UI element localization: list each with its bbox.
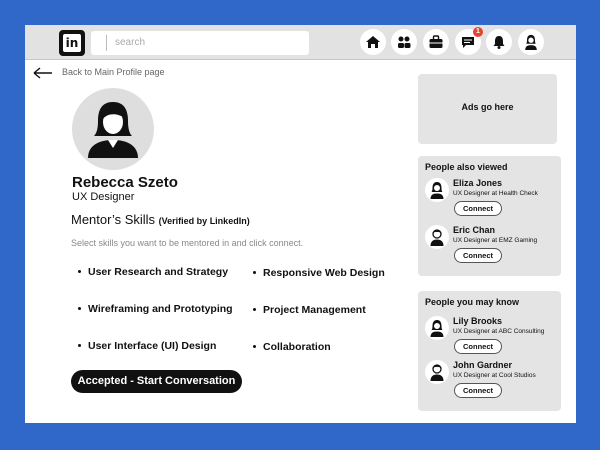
person-name[interactable]: Eric Chan xyxy=(453,225,495,235)
bullet-icon xyxy=(78,343,81,347)
panel-title: People you may know xyxy=(425,297,520,307)
skill-label: Project Management xyxy=(263,304,366,316)
skill-label: User Interface (UI) Design xyxy=(88,340,217,352)
ads-placeholder: Ads go here xyxy=(418,74,557,144)
jobs-icon[interactable] xyxy=(423,29,449,55)
person-role: UX Designer at ABC Consulting xyxy=(453,328,545,335)
connect-button[interactable]: Connect xyxy=(454,201,502,216)
skills-instruction: Select skills you want to be mentored in… xyxy=(71,238,304,248)
back-link-text: Back to Main Profile page xyxy=(62,67,165,77)
skill-item[interactable]: User Interface (UI) Design xyxy=(78,340,216,352)
start-conversation-button[interactable]: Accepted - Start Conversation xyxy=(71,370,242,393)
search-input[interactable]: search xyxy=(91,31,309,55)
back-arrow-icon xyxy=(33,67,52,79)
profile-name: Rebecca Szeto xyxy=(72,174,178,191)
messaging-icon[interactable]: 1 xyxy=(455,27,483,55)
skill-label: User Research and Strategy xyxy=(88,266,229,278)
linkedin-logo[interactable]: in xyxy=(59,30,85,56)
skill-label: Collaboration xyxy=(263,341,331,353)
profile-avatar-icon[interactable] xyxy=(518,29,544,55)
person-role: UX Designer at Cool Studios xyxy=(453,372,536,379)
people-you-may-know-panel: People you may know Lily Brooks UX Desig… xyxy=(418,291,561,411)
notification-badge: 1 xyxy=(473,27,483,37)
person-female-icon xyxy=(88,102,138,158)
app-window: in search 1 Back to Main Profile page Re… xyxy=(25,25,576,423)
skill-item[interactable]: User Research and Strategy xyxy=(78,266,228,278)
ads-text: Ads go here xyxy=(461,102,514,112)
skill-item[interactable]: Project Management xyxy=(253,304,366,316)
person-female-icon[interactable] xyxy=(425,316,449,340)
network-icon[interactable] xyxy=(391,29,417,55)
search-placeholder: search xyxy=(115,37,146,48)
skill-item[interactable]: Responsive Web Design xyxy=(253,267,385,279)
connect-button[interactable]: Connect xyxy=(454,248,502,263)
people-also-viewed-panel: People also viewed Eliza Jones UX Design… xyxy=(418,156,561,276)
person-male-icon[interactable] xyxy=(425,360,449,384)
person-role: UX Designer at EMZ Gaming xyxy=(453,237,538,244)
bullet-icon xyxy=(78,269,81,273)
connect-button[interactable]: Connect xyxy=(454,383,502,398)
bullet-icon xyxy=(253,307,256,311)
bullet-icon xyxy=(253,270,256,274)
search-divider xyxy=(106,35,107,51)
bullet-icon xyxy=(253,344,256,348)
person-role: UX Designer at Health Check xyxy=(453,190,538,197)
bullet-icon xyxy=(78,306,81,310)
skill-label: Responsive Web Design xyxy=(263,267,385,279)
profile-title: UX Designer xyxy=(72,191,135,203)
panel-title: People also viewed xyxy=(425,162,508,172)
home-icon[interactable] xyxy=(360,29,386,55)
skill-item[interactable]: Wireframing and Prototyping xyxy=(78,303,233,315)
person-name[interactable]: Eliza Jones xyxy=(453,178,502,188)
logo-text: in xyxy=(65,36,79,50)
person-name[interactable]: Lily Brooks xyxy=(453,316,502,326)
person-name[interactable]: John Gardner xyxy=(453,360,512,370)
verified-label: (Verified by LinkedIn) xyxy=(158,216,250,226)
top-navigation-bar: in search 1 xyxy=(25,25,576,60)
notifications-icon[interactable] xyxy=(486,29,512,55)
person-male-icon[interactable] xyxy=(425,225,449,249)
skills-heading: Mentor’s Skills (Verified by LinkedIn) xyxy=(71,212,250,227)
skills-heading-text: Mentor’s Skills xyxy=(71,212,156,227)
skill-label: Wireframing and Prototyping xyxy=(88,303,233,315)
profile-photo xyxy=(72,88,154,170)
connect-button[interactable]: Connect xyxy=(454,339,502,354)
skill-item[interactable]: Collaboration xyxy=(253,341,331,353)
person-female-icon[interactable] xyxy=(425,178,449,202)
